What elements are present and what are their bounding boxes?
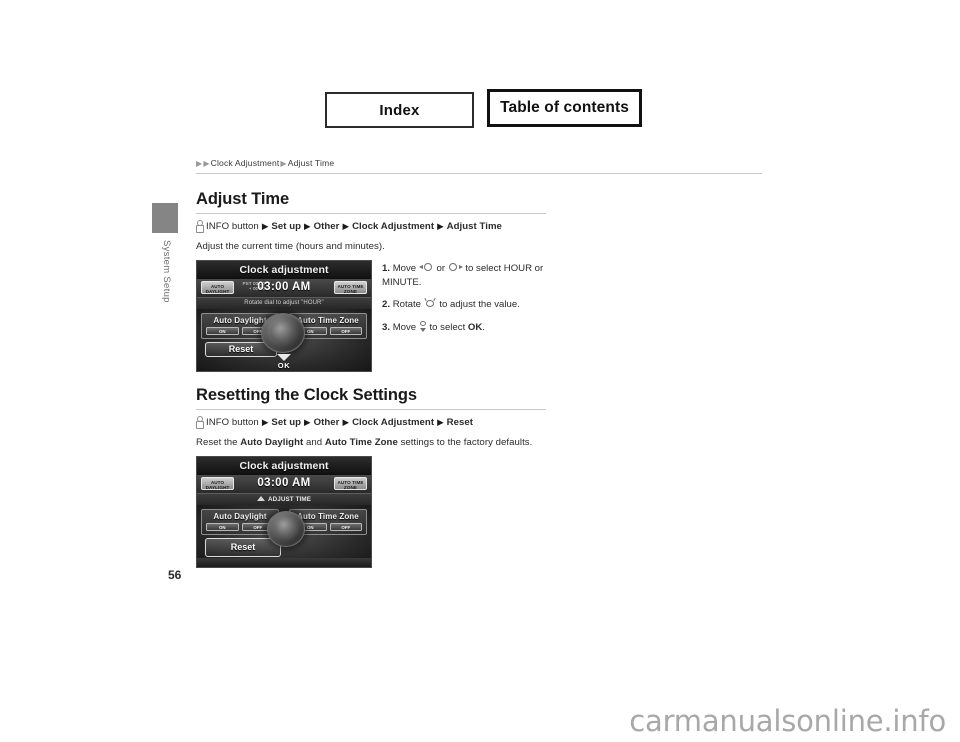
info-button-icon <box>196 416 204 429</box>
intro-part-d: Auto Time Zone <box>324 437 398 448</box>
section-adjust-time: Adjust Time INFO button ▶ Set up ▶ Other ▶ Clo… <box>196 190 762 372</box>
menu-path-adjust-time: INFO button ▶ Set up ▶ Other ▶ Clock Adjustmen… <box>196 220 762 233</box>
step-period: . <box>482 321 485 333</box>
path-arrow-icon: ▶ <box>261 221 269 231</box>
breadcrumb-triangle-icon: ▶ <box>196 159 203 168</box>
nav-screen-title: Clock adjustment <box>239 460 329 472</box>
figure-row-adjust-time: Clock adjustment AUTO DAYLIGHT PST 03:00… <box>196 260 762 372</box>
breadcrumb-divider <box>196 173 762 174</box>
page-content: ▶▶Clock Adjustment▶Adjust Time Adjust Ti… <box>196 158 762 572</box>
auto-daylight-panel-label: Auto Daylight <box>213 512 267 521</box>
auto-time-zone-off-switch[interactable]: OFF <box>329 523 362 531</box>
path-arrow-icon: ▶ <box>304 221 311 231</box>
menu-path-step-3: Clock Adjustment <box>352 417 435 428</box>
step-bold-target: OK <box>467 321 483 333</box>
nav-screen-adjust-time: Clock adjustment AUTO DAYLIGHT PST 03:00… <box>196 260 372 372</box>
step-number: 2. <box>382 299 391 311</box>
menu-path-reset: INFO button ▶ Set up ▶ Other ▶ Clock Adjustmen… <box>196 416 762 429</box>
page-number: 56 <box>168 568 182 582</box>
section-title-resetting: Resetting the Clock Settings <box>196 386 417 404</box>
breadcrumb-triangle-icon: ▶ <box>280 159 287 168</box>
path-arrow-icon: ▶ <box>437 417 444 427</box>
up-arrow-icon <box>256 496 265 501</box>
adjust-time-hint[interactable]: ADJUST TIME <box>197 494 371 505</box>
chapter-label: System Setup <box>150 240 180 360</box>
chapter-tab-marker <box>152 203 178 233</box>
adjust-time-hint-label: ADJUST TIME <box>267 496 312 503</box>
rotary-dial-illustration[interactable] <box>261 313 305 353</box>
nav-screen-body: Auto Daylight ON OFF Auto Time Zone ON O… <box>197 505 371 567</box>
rotary-dial-illustration[interactable] <box>267 511 305 547</box>
ok-label: OK <box>277 361 291 370</box>
menu-path-step-4: Reset <box>446 417 474 428</box>
auto-daylight-on-switch[interactable]: ON <box>206 523 239 531</box>
joystick-right-icon <box>448 263 463 272</box>
table-of-contents-button[interactable]: Table of contents <box>487 89 642 127</box>
joystick-left-icon <box>418 263 434 272</box>
nav-screen-hint: Rotate dial to adjust "HOUR" <box>197 298 371 309</box>
section-intro-adjust-time: Adjust the current time (hours and minut… <box>196 241 385 252</box>
auto-daylight-on-switch[interactable]: ON <box>206 327 239 335</box>
breadcrumb-item-2[interactable]: Adjust Time <box>288 158 335 168</box>
steps-list-adjust-time: 1. Move or to select HOUR or MINUTE. 2. … <box>382 260 554 343</box>
step-text-tail: to select <box>429 321 466 333</box>
step-text: Move <box>392 263 417 274</box>
step-item: 1. Move or to select HOUR or MINUTE. <box>382 262 554 289</box>
top-nav-buttons: Index Table of contents <box>325 89 642 128</box>
nav-screen-bottom-strip <box>197 558 371 567</box>
down-arrow-icon <box>277 354 291 361</box>
rotate-dial-icon <box>424 298 437 308</box>
auto-time-zone-off-switch[interactable]: OFF <box>329 327 362 335</box>
index-button-label: Index <box>379 101 420 119</box>
section-divider <box>196 213 546 214</box>
section-divider <box>196 409 546 410</box>
chapter-label-text: System Setup <box>161 240 172 303</box>
intro-part-e: settings to the factory defaults. <box>397 437 533 448</box>
path-arrow-icon: ▶ <box>437 221 444 231</box>
figure-row-resetting: Clock adjustment AUTO DAYLIGHT 03:00 AM … <box>196 456 762 568</box>
breadcrumb-item-1[interactable]: Clock Adjustment <box>211 158 280 168</box>
ok-confirm-zone[interactable]: OK <box>197 354 371 370</box>
menu-path-step-2: Other <box>313 417 340 428</box>
section-intro-resetting: Reset the Auto Daylight and Auto Time Zo… <box>196 437 762 448</box>
auto-time-zone-chip[interactable]: AUTO TIME ZONE <box>334 477 367 490</box>
menu-path-step-3: Clock Adjustment <box>352 221 435 232</box>
menu-path-step-1: Set up <box>271 221 302 232</box>
breadcrumb: ▶▶Clock Adjustment▶Adjust Time <box>196 158 762 173</box>
step-text-mid: or <box>436 263 446 274</box>
index-button[interactable]: Index <box>325 92 474 128</box>
step-text-tail: to adjust the value. <box>439 299 520 311</box>
path-arrow-icon: ▶ <box>342 221 350 231</box>
step-text: Rotate <box>392 299 421 311</box>
nav-screen-reset: Clock adjustment AUTO DAYLIGHT 03:00 AM … <box>196 456 372 568</box>
menu-path-step-2: Other <box>313 221 340 232</box>
menu-path-step-4: Adjust Time <box>446 221 502 232</box>
menu-path-button-label: INFO button <box>206 221 259 232</box>
nav-screen-body: Auto Daylight ON OFF Auto Time Zone ON O… <box>197 309 371 371</box>
auto-time-zone-chip[interactable]: AUTO TIME ZONE <box>334 281 367 294</box>
step-item: 3. Move to select OK. <box>382 320 554 335</box>
section-title-adjust-time: Adjust Time <box>196 190 290 208</box>
breadcrumb-triangle-icon: ▶ <box>203 159 210 168</box>
step-item: 2. Rotate to adjust the value. <box>382 298 554 312</box>
table-of-contents-button-label: Table of contents <box>500 99 629 116</box>
menu-path-step-1: Set up <box>271 417 302 428</box>
menu-path-button-label: INFO button <box>206 417 259 428</box>
path-arrow-icon: ▶ <box>304 417 311 427</box>
info-button-icon <box>196 220 204 233</box>
path-arrow-icon: ▶ <box>342 417 350 427</box>
nav-screen-title: Clock adjustment <box>239 264 329 276</box>
step-number: 1. <box>382 263 391 274</box>
section-resetting-clock-settings: Resetting the Clock Settings INFO button… <box>196 386 762 568</box>
intro-part-a: Reset the <box>196 437 241 448</box>
site-watermark: carmanualsonline.info <box>629 704 946 738</box>
reset-button[interactable]: Reset <box>205 538 281 557</box>
step-number: 3. <box>382 321 391 333</box>
step-text: Move <box>392 321 417 333</box>
intro-part-c: and <box>303 437 325 448</box>
joystick-down-icon <box>419 320 427 332</box>
intro-part-b: Auto Daylight <box>240 437 304 448</box>
path-arrow-icon: ▶ <box>261 417 269 427</box>
